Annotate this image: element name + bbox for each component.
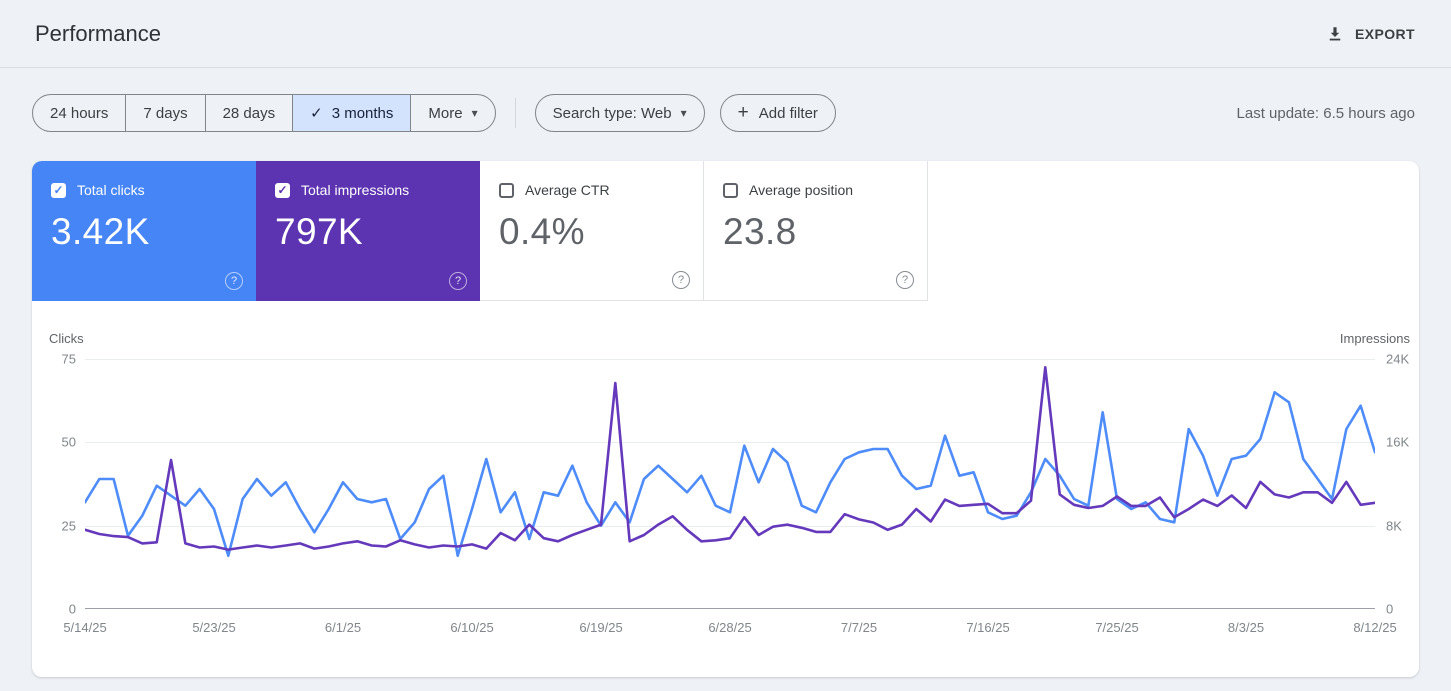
last-update-text: Last update: 6.5 hours ago — [1236, 104, 1415, 122]
date-range-group: 24 hours 7 days 28 days ✓ 3 months More … — [32, 94, 496, 132]
help-icon[interactable]: ? — [896, 271, 914, 289]
page-title: Performance — [35, 20, 161, 46]
right-y-tick-label: 16K — [1386, 434, 1410, 450]
search-type-label: Search type: Web — [552, 104, 672, 122]
checkbox-unchecked[interactable] — [723, 182, 738, 198]
impressions-line — [85, 367, 1375, 549]
tile-head: ✓ Total clicks — [51, 182, 238, 198]
tile-total-impressions[interactable]: ✓ Total impressions 797K ? — [256, 161, 480, 301]
tile-label: Total impressions — [301, 182, 410, 198]
right-axis-title: Impressions — [1339, 331, 1410, 346]
metric-tiles: ✓ Total clicks 3.42K ? ✓ Total impressio… — [32, 161, 1419, 301]
tile-value: 0.4% — [499, 211, 585, 252]
page-header: Performance EXPORT — [0, 0, 1451, 68]
tile-average-ctr[interactable]: Average CTR 0.4% ? — [480, 161, 704, 301]
search-type-dropdown[interactable]: Search type: Web ▾ — [534, 94, 705, 132]
range-label: 28 days — [222, 104, 276, 122]
left-y-tick-label: 25 — [61, 518, 76, 534]
right-y-tick-label: 8K — [1386, 518, 1402, 534]
tile-value: 3.42K — [51, 211, 150, 252]
tile-average-position[interactable]: Average position 23.8 ? — [704, 161, 928, 301]
x-tick-label: 6/1/25 — [324, 620, 362, 635]
tile-value: 797K — [275, 211, 364, 252]
left-y-tick-label: 0 — [68, 601, 76, 617]
x-tick-label: 5/23/25 — [192, 620, 236, 635]
x-axis-labels: 5/14/25 5/23/25 6/1/25 6/10/25 6/19/25 6/28/2… — [63, 620, 1396, 638]
more-label: More — [428, 104, 463, 122]
x-tick-label: 6/10/25 — [450, 620, 494, 635]
right-y-tick-label: 24K — [1386, 351, 1410, 367]
x-tick-label: 8/12/25 — [1353, 620, 1397, 635]
chart-svg[interactable] — [85, 359, 1375, 609]
checkbox-checked[interactable]: ✓ — [51, 182, 66, 198]
help-icon[interactable]: ? — [672, 271, 690, 289]
axis-titles: Clicks Impressions — [49, 331, 1410, 349]
x-tick-label: 6/28/25 — [708, 620, 752, 635]
help-icon[interactable]: ? — [449, 272, 467, 290]
help-icon[interactable]: ? — [225, 272, 243, 290]
range-3-months-selected[interactable]: ✓ 3 months — [292, 95, 411, 131]
range-7-days[interactable]: 7 days — [125, 95, 204, 131]
x-tick-label: 6/19/25 — [579, 620, 623, 635]
tile-label: Average position — [749, 182, 854, 198]
x-tick-label: 8/3/25 — [1227, 620, 1265, 635]
x-tick-label: 5/14/25 — [63, 620, 107, 635]
download-icon — [1326, 25, 1344, 43]
tile-head: ✓ Total impressions — [275, 182, 462, 198]
x-tick-label: 7/25/25 — [1095, 620, 1139, 635]
check-icon: ✓ — [310, 105, 323, 122]
export-button[interactable]: EXPORT — [1326, 25, 1415, 43]
range-24-hours[interactable]: 24 hours — [33, 95, 125, 131]
range-label: 3 months — [331, 104, 394, 122]
left-y-tick-label: 75 — [61, 351, 76, 367]
chevron-down-icon: ▾ — [680, 106, 687, 120]
tile-value: 23.8 — [723, 211, 797, 252]
range-more-dropdown[interactable]: More ▾ — [410, 95, 494, 131]
range-label: 24 hours — [50, 104, 109, 122]
tile-head: Average CTR — [499, 182, 685, 198]
performance-card: ✓ Total clicks 3.42K ? ✓ Total impressio… — [32, 161, 1419, 677]
add-filter-label: Add filter — [758, 104, 818, 122]
range-28-days[interactable]: 28 days — [204, 95, 293, 131]
plus-icon: + — [737, 102, 749, 123]
tile-total-clicks[interactable]: ✓ Total clicks 3.42K ? — [32, 161, 256, 301]
checkbox-unchecked[interactable] — [499, 182, 514, 198]
checkbox-checked[interactable]: ✓ — [275, 182, 290, 198]
clicks-line — [85, 392, 1375, 555]
divider — [514, 98, 516, 128]
right-y-tick-label: 0 — [1386, 601, 1394, 617]
x-tick-label: 7/16/25 — [966, 620, 1010, 635]
tile-label: Average CTR — [525, 182, 610, 198]
tile-label: Total clicks — [77, 182, 145, 198]
filter-bar: 24 hours 7 days 28 days ✓ 3 months More … — [0, 68, 1451, 132]
chevron-down-icon: ▾ — [471, 106, 478, 120]
chart-section: Clicks Impressions 75 50 25 0 24K 16K 8K 0 5/14… — [32, 301, 1419, 638]
plot-area[interactable]: 75 50 25 0 24K 16K 8K 0 — [62, 352, 1410, 617]
range-label: 7 days — [143, 104, 188, 122]
left-axis-title: Clicks — [49, 331, 84, 346]
add-filter-button[interactable]: + Add filter — [719, 94, 836, 132]
x-tick-label: 7/7/25 — [840, 620, 878, 635]
left-y-tick-label: 50 — [61, 434, 76, 450]
tile-head: Average position — [723, 182, 909, 198]
export-label: EXPORT — [1355, 25, 1415, 42]
